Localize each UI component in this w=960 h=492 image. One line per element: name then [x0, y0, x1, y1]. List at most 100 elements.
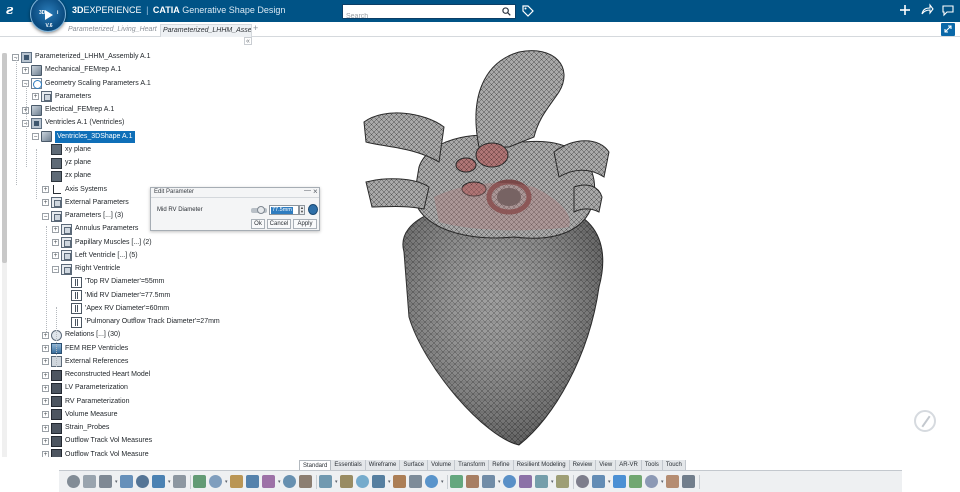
tab-parameterized-lhhm-assembly[interactable]: Parameterized_LHHM_Assembly: [160, 24, 252, 37]
dialog-close-button[interactable]: ×: [313, 187, 318, 196]
tree-node-label-selected[interactable]: Ventricles_3DShape A.1: [55, 130, 135, 143]
dropdown-arrow-icon[interactable]: ▾: [388, 479, 391, 485]
tree-node-label[interactable]: Parameters: [55, 91, 91, 103]
tree-row[interactable]: + Axis Systems: [42, 184, 107, 196]
sync-icon[interactable]: [613, 475, 626, 488]
collapse-node-icon[interactable]: −: [52, 265, 59, 273]
plane-icon[interactable]: [209, 475, 222, 488]
view-compass-icon[interactable]: [914, 410, 936, 432]
tree-node-label[interactable]: 'Pulmonary Outflow Track Diameter'=27mm: [85, 316, 220, 328]
action-tab[interactable]: Standard: [299, 460, 332, 470]
parameter-value-field[interactable]: 77.5mm: [269, 205, 299, 215]
expand-node-icon[interactable]: +: [42, 199, 49, 207]
collapse-tree-button[interactable]: «: [244, 37, 252, 45]
tree-node-label[interactable]: Volume Measure: [65, 409, 118, 421]
tree-row[interactable]: zx plane: [42, 170, 91, 182]
tree-row[interactable]: + FEM REP Ventricles: [42, 343, 128, 355]
tree-row[interactable]: + Outflow Track Vol Measures: [42, 435, 152, 447]
action-tab[interactable]: AR-VR: [616, 460, 642, 470]
apply-button[interactable]: Apply: [293, 219, 317, 229]
tree-row[interactable]: + Reconstructed Heart Model: [42, 369, 150, 381]
tree-node-label[interactable]: External Parameters: [65, 197, 129, 209]
tag-icon[interactable]: [521, 4, 535, 18]
tree-row[interactable]: − Ventricles A.1 (Ventricles): [22, 117, 124, 129]
expand-node-icon[interactable]: +: [52, 225, 59, 233]
formula-icon[interactable]: [372, 475, 385, 488]
expand-node-icon[interactable]: +: [42, 451, 49, 457]
compass-icon[interactable]: 3D i V.6: [30, 0, 66, 32]
copy-icon[interactable]: [83, 475, 96, 488]
expand-node-icon[interactable]: +: [42, 384, 49, 392]
tree-node-label[interactable]: External References: [65, 356, 128, 368]
add-tab-button[interactable]: +: [253, 23, 258, 33]
expand-node-icon[interactable]: +: [42, 371, 49, 379]
tree-node-label[interactable]: Papillary Muscles [...] (2): [75, 237, 152, 249]
expand-node-icon[interactable]: +: [42, 345, 49, 352]
tree-row[interactable]: + Strain_Probes: [42, 422, 109, 434]
dialog-minimize-button[interactable]: —: [304, 187, 311, 194]
pulmonary-valve-ring[interactable]: [475, 142, 509, 168]
cancel-button[interactable]: Cancel: [267, 219, 291, 229]
action-tab[interactable]: View: [596, 460, 617, 470]
dropdown-arrow-icon[interactable]: ▾: [551, 479, 554, 485]
tree-row[interactable]: + External References: [42, 356, 128, 368]
expand-node-icon[interactable]: +: [52, 239, 59, 246]
right-lower-vessel-mesh[interactable]: [573, 184, 603, 213]
action-tab[interactable]: Tools: [641, 460, 663, 470]
update-icon[interactable]: [629, 475, 642, 488]
tree-node-label[interactable]: Parameters [...] (3): [65, 210, 123, 222]
tree-row[interactable]: − Parameters [...] (3): [42, 210, 123, 222]
swap-icon[interactable]: [592, 475, 605, 488]
tree-node-label[interactable]: Relations [...] (30): [65, 329, 120, 341]
sketch-icon[interactable]: [193, 475, 206, 488]
zoom-icon[interactable]: [136, 475, 149, 488]
tree-row[interactable]: 'Apex RV Diameter'=60mm: [62, 303, 169, 315]
tree-row[interactable]: + Volume Measure: [42, 409, 118, 421]
expand-node-icon[interactable]: +: [42, 358, 49, 366]
tree-row[interactable]: + Papillary Muscles [...] (2): [52, 237, 152, 249]
action-tab[interactable]: Touch: [662, 460, 686, 470]
layer-icon[interactable]: [556, 475, 569, 488]
action-tab[interactable]: Review: [569, 460, 597, 470]
expand-node-icon[interactable]: +: [22, 66, 29, 74]
tree-row[interactable]: + Left Ventricle [...] (5): [52, 250, 138, 262]
tab-parameterized-living-heart[interactable]: Parameterized_Living_Heart: [68, 24, 158, 37]
dassault-logo-icon[interactable]: ƨ: [6, 3, 24, 19]
action-tab[interactable]: Transform: [455, 460, 490, 470]
action-tab[interactable]: Resilient Modeling: [513, 460, 570, 470]
compute-icon[interactable]: [503, 475, 516, 488]
tree-node-label[interactable]: Left Ventricle [...] (5): [75, 250, 138, 262]
action-tab[interactable]: Volume: [428, 460, 456, 470]
tree-node-label[interactable]: 'Top RV Diameter'=55mm: [85, 276, 164, 288]
tree-node-label[interactable]: xy plane: [65, 144, 91, 156]
undo-icon[interactable]: [120, 475, 133, 488]
spline-icon[interactable]: [262, 475, 275, 488]
expand-node-icon[interactable]: +: [42, 398, 49, 405]
action-tab[interactable]: Refine: [489, 460, 514, 470]
expand-node-icon[interactable]: +: [52, 252, 59, 260]
intersect-icon[interactable]: [299, 475, 312, 488]
action-tab[interactable]: Surface: [400, 460, 429, 470]
tree-node-label[interactable]: Geometry Scaling Parameters A.1: [45, 78, 151, 90]
capture-icon[interactable]: [666, 475, 679, 488]
hide-icon[interactable]: [576, 475, 589, 488]
tree-row[interactable]: + LV Parameterization: [42, 382, 128, 394]
expand-node-icon[interactable]: +: [42, 411, 49, 419]
search-icon[interactable]: [502, 7, 511, 16]
expand-node-icon[interactable]: +: [42, 186, 49, 193]
project-icon[interactable]: [283, 475, 296, 488]
tree-row[interactable]: + Parameters: [32, 91, 91, 103]
tree-row[interactable]: xy plane: [42, 144, 91, 156]
tree-node-label[interactable]: Outflow Track Vol Measures: [65, 435, 152, 447]
dropdown-arrow-icon[interactable]: ▾: [498, 479, 501, 485]
vena-cava-mesh[interactable]: [363, 112, 445, 163]
knowledge-icon[interactable]: [425, 475, 438, 488]
filter-icon[interactable]: [535, 475, 548, 488]
action-tab[interactable]: Wireframe: [365, 460, 401, 470]
tree-row[interactable]: − Right Ventricle: [52, 263, 120, 275]
dropdown-arrow-icon[interactable]: ▾: [441, 479, 444, 485]
fill-icon[interactable]: [356, 475, 369, 488]
parameter-slider-knob[interactable]: [257, 206, 265, 214]
expand-node-icon[interactable]: +: [32, 93, 39, 101]
design-table-icon[interactable]: [482, 475, 495, 488]
